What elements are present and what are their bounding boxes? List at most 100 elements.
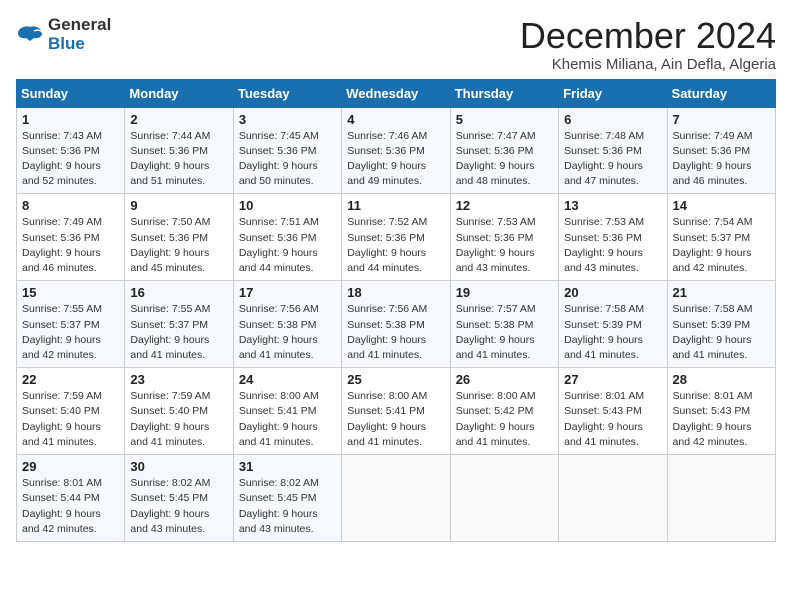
calendar-cell: 7 Sunrise: 7:49 AMSunset: 5:36 PMDayligh…	[667, 107, 775, 194]
calendar-cell: 23 Sunrise: 7:59 AMSunset: 5:40 PMDaylig…	[125, 368, 233, 455]
day-number: 17	[239, 285, 336, 300]
calendar-cell: 4 Sunrise: 7:46 AMSunset: 5:36 PMDayligh…	[342, 107, 450, 194]
day-number: 21	[673, 285, 770, 300]
day-number: 31	[239, 459, 336, 474]
weekday-header-friday: Friday	[559, 79, 667, 107]
calendar-cell: 10 Sunrise: 7:51 AMSunset: 5:36 PMDaylig…	[233, 194, 341, 281]
day-number: 25	[347, 372, 444, 387]
weekday-header-saturday: Saturday	[667, 79, 775, 107]
calendar-cell: 31 Sunrise: 8:02 AMSunset: 5:45 PMDaylig…	[233, 455, 341, 542]
calendar-cell: 9 Sunrise: 7:50 AMSunset: 5:36 PMDayligh…	[125, 194, 233, 281]
cell-text: Sunrise: 7:55 AMSunset: 5:37 PMDaylight:…	[130, 303, 210, 361]
day-number: 3	[239, 112, 336, 127]
cell-text: Sunrise: 7:54 AMSunset: 5:37 PMDaylight:…	[673, 216, 753, 274]
day-number: 12	[456, 198, 553, 213]
calendar-table: SundayMondayTuesdayWednesdayThursdayFrid…	[16, 79, 776, 542]
calendar-cell: 15 Sunrise: 7:55 AMSunset: 5:37 PMDaylig…	[17, 281, 125, 368]
cell-text: Sunrise: 7:51 AMSunset: 5:36 PMDaylight:…	[239, 216, 319, 274]
day-number: 30	[130, 459, 227, 474]
calendar-cell: 3 Sunrise: 7:45 AMSunset: 5:36 PMDayligh…	[233, 107, 341, 194]
cell-text: Sunrise: 8:02 AMSunset: 5:45 PMDaylight:…	[239, 477, 319, 535]
day-number: 8	[22, 198, 119, 213]
calendar-week-row: 15 Sunrise: 7:55 AMSunset: 5:37 PMDaylig…	[17, 281, 776, 368]
cell-text: Sunrise: 7:49 AMSunset: 5:36 PMDaylight:…	[22, 216, 102, 274]
calendar-cell: 16 Sunrise: 7:55 AMSunset: 5:37 PMDaylig…	[125, 281, 233, 368]
calendar-cell: 29 Sunrise: 8:01 AMSunset: 5:44 PMDaylig…	[17, 455, 125, 542]
calendar-header-row: SundayMondayTuesdayWednesdayThursdayFrid…	[17, 79, 776, 107]
calendar-cell: 26 Sunrise: 8:00 AMSunset: 5:42 PMDaylig…	[450, 368, 558, 455]
calendar-cell: 2 Sunrise: 7:44 AMSunset: 5:36 PMDayligh…	[125, 107, 233, 194]
cell-text: Sunrise: 7:59 AMSunset: 5:40 PMDaylight:…	[22, 390, 102, 448]
weekday-header-sunday: Sunday	[17, 79, 125, 107]
calendar-week-row: 22 Sunrise: 7:59 AMSunset: 5:40 PMDaylig…	[17, 368, 776, 455]
weekday-header-tuesday: Tuesday	[233, 79, 341, 107]
calendar-body: 1 Sunrise: 7:43 AMSunset: 5:36 PMDayligh…	[17, 107, 776, 541]
day-number: 2	[130, 112, 227, 127]
day-number: 14	[673, 198, 770, 213]
calendar-cell: 12 Sunrise: 7:53 AMSunset: 5:36 PMDaylig…	[450, 194, 558, 281]
calendar-cell	[342, 455, 450, 542]
day-number: 16	[130, 285, 227, 300]
day-number: 4	[347, 112, 444, 127]
cell-text: Sunrise: 8:00 AMSunset: 5:42 PMDaylight:…	[456, 390, 536, 448]
calendar-cell: 1 Sunrise: 7:43 AMSunset: 5:36 PMDayligh…	[17, 107, 125, 194]
cell-text: Sunrise: 7:58 AMSunset: 5:39 PMDaylight:…	[673, 303, 753, 361]
cell-text: Sunrise: 7:50 AMSunset: 5:36 PMDaylight:…	[130, 216, 210, 274]
calendar-cell: 30 Sunrise: 8:02 AMSunset: 5:45 PMDaylig…	[125, 455, 233, 542]
day-number: 19	[456, 285, 553, 300]
cell-text: Sunrise: 7:44 AMSunset: 5:36 PMDaylight:…	[130, 130, 210, 188]
calendar-week-row: 8 Sunrise: 7:49 AMSunset: 5:36 PMDayligh…	[17, 194, 776, 281]
calendar-cell: 24 Sunrise: 8:00 AMSunset: 5:41 PMDaylig…	[233, 368, 341, 455]
day-number: 27	[564, 372, 661, 387]
calendar-cell: 28 Sunrise: 8:01 AMSunset: 5:43 PMDaylig…	[667, 368, 775, 455]
calendar-cell	[559, 455, 667, 542]
cell-text: Sunrise: 8:02 AMSunset: 5:45 PMDaylight:…	[130, 477, 210, 535]
cell-text: Sunrise: 7:47 AMSunset: 5:36 PMDaylight:…	[456, 130, 536, 188]
day-number: 1	[22, 112, 119, 127]
cell-text: Sunrise: 8:01 AMSunset: 5:43 PMDaylight:…	[673, 390, 753, 448]
calendar-cell: 22 Sunrise: 7:59 AMSunset: 5:40 PMDaylig…	[17, 368, 125, 455]
calendar-cell: 18 Sunrise: 7:56 AMSunset: 5:38 PMDaylig…	[342, 281, 450, 368]
page-subtitle: Khemis Miliana, Ain Defla, Algeria	[520, 56, 776, 73]
calendar-cell: 11 Sunrise: 7:52 AMSunset: 5:36 PMDaylig…	[342, 194, 450, 281]
calendar-cell: 20 Sunrise: 7:58 AMSunset: 5:39 PMDaylig…	[559, 281, 667, 368]
cell-text: Sunrise: 7:53 AMSunset: 5:36 PMDaylight:…	[456, 216, 536, 274]
day-number: 9	[130, 198, 227, 213]
day-number: 15	[22, 285, 119, 300]
cell-text: Sunrise: 7:59 AMSunset: 5:40 PMDaylight:…	[130, 390, 210, 448]
calendar-cell: 27 Sunrise: 8:01 AMSunset: 5:43 PMDaylig…	[559, 368, 667, 455]
day-number: 5	[456, 112, 553, 127]
calendar-cell: 14 Sunrise: 7:54 AMSunset: 5:37 PMDaylig…	[667, 194, 775, 281]
day-number: 24	[239, 372, 336, 387]
logo-bird-icon	[16, 23, 44, 47]
calendar-cell: 5 Sunrise: 7:47 AMSunset: 5:36 PMDayligh…	[450, 107, 558, 194]
cell-text: Sunrise: 7:57 AMSunset: 5:38 PMDaylight:…	[456, 303, 536, 361]
cell-text: Sunrise: 8:01 AMSunset: 5:43 PMDaylight:…	[564, 390, 644, 448]
weekday-header-wednesday: Wednesday	[342, 79, 450, 107]
page-title: December 2024	[520, 16, 776, 56]
day-number: 7	[673, 112, 770, 127]
calendar-cell: 21 Sunrise: 7:58 AMSunset: 5:39 PMDaylig…	[667, 281, 775, 368]
day-number: 22	[22, 372, 119, 387]
calendar-week-row: 1 Sunrise: 7:43 AMSunset: 5:36 PMDayligh…	[17, 107, 776, 194]
calendar-cell: 8 Sunrise: 7:49 AMSunset: 5:36 PMDayligh…	[17, 194, 125, 281]
cell-text: Sunrise: 7:49 AMSunset: 5:36 PMDaylight:…	[673, 130, 753, 188]
cell-text: Sunrise: 8:00 AMSunset: 5:41 PMDaylight:…	[239, 390, 319, 448]
calendar-cell: 19 Sunrise: 7:57 AMSunset: 5:38 PMDaylig…	[450, 281, 558, 368]
cell-text: Sunrise: 7:46 AMSunset: 5:36 PMDaylight:…	[347, 130, 427, 188]
calendar-cell	[667, 455, 775, 542]
day-number: 23	[130, 372, 227, 387]
cell-text: Sunrise: 7:43 AMSunset: 5:36 PMDaylight:…	[22, 130, 102, 188]
calendar-cell: 6 Sunrise: 7:48 AMSunset: 5:36 PMDayligh…	[559, 107, 667, 194]
cell-text: Sunrise: 7:56 AMSunset: 5:38 PMDaylight:…	[347, 303, 427, 361]
cell-text: Sunrise: 7:58 AMSunset: 5:39 PMDaylight:…	[564, 303, 644, 361]
cell-text: Sunrise: 7:56 AMSunset: 5:38 PMDaylight:…	[239, 303, 319, 361]
cell-text: Sunrise: 7:48 AMSunset: 5:36 PMDaylight:…	[564, 130, 644, 188]
cell-text: Sunrise: 8:00 AMSunset: 5:41 PMDaylight:…	[347, 390, 427, 448]
cell-text: Sunrise: 7:52 AMSunset: 5:36 PMDaylight:…	[347, 216, 427, 274]
logo-text: General Blue	[48, 16, 111, 53]
calendar-cell: 17 Sunrise: 7:56 AMSunset: 5:38 PMDaylig…	[233, 281, 341, 368]
page-header: General Blue December 2024 Khemis Milian…	[16, 16, 776, 73]
day-number: 6	[564, 112, 661, 127]
title-block: December 2024 Khemis Miliana, Ain Defla,…	[520, 16, 776, 73]
